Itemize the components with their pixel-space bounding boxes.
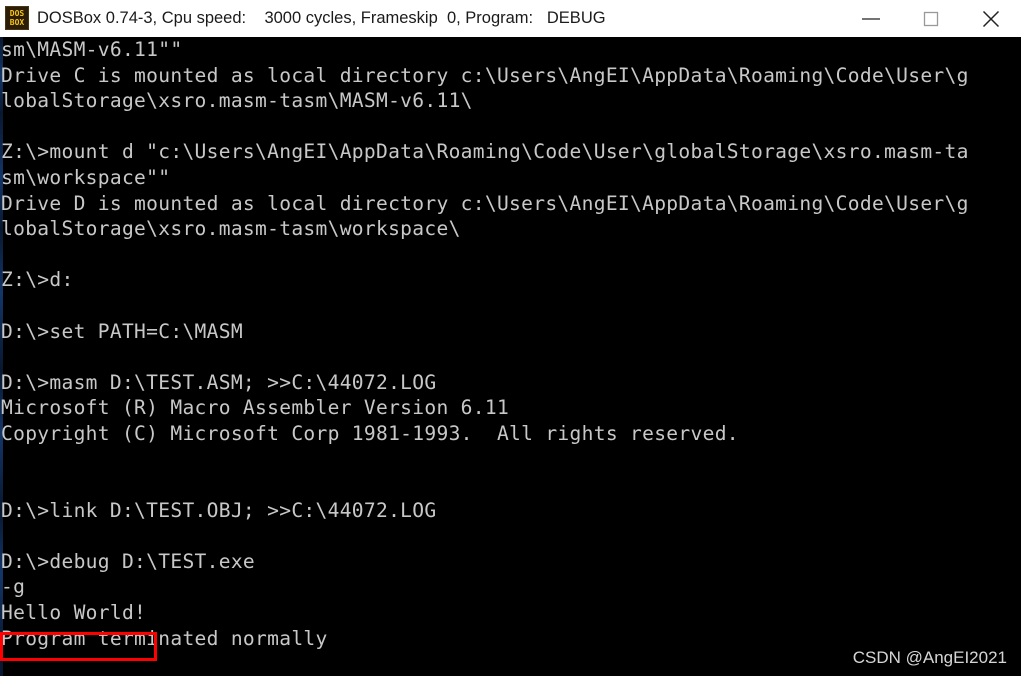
csdn-watermark: CSDN @AngEI2021 bbox=[852, 648, 1007, 667]
console-line: sm\MASM-v6.11"" bbox=[1, 38, 183, 61]
console-line: lobalStorage\xsro.masm-tasm\MASM-v6.11\ bbox=[1, 89, 473, 113]
console-line: Z:\>d: bbox=[1, 268, 74, 292]
console-line: Microsoft (R) Macro Assembler Version 6.… bbox=[1, 396, 510, 420]
dosbox-icon-line2: BOX bbox=[9, 18, 25, 27]
dosbox-icon: DOS BOX bbox=[5, 6, 29, 30]
maximize-icon bbox=[923, 11, 939, 27]
window-controls bbox=[841, 0, 1021, 37]
maximize-button[interactable] bbox=[901, 0, 961, 37]
window-title: DOSBox 0.74-3, Cpu speed: 3000 cycles, F… bbox=[37, 8, 606, 27]
console-line: Drive C is mounted as local directory c:… bbox=[1, 63, 969, 87]
title-bar: DOS BOX DOSBox 0.74-3, Cpu speed: 3000 c… bbox=[0, 0, 1021, 37]
console-line: lobalStorage\xsro.masm-tasm\workspace\ bbox=[1, 217, 461, 241]
console-line: Drive D is mounted as local directory c:… bbox=[1, 191, 969, 215]
dosbox-icon-line1: DOS bbox=[9, 9, 25, 18]
console-line: Copyright (C) Microsoft Corp 1981-1993. … bbox=[1, 421, 739, 445]
console-line-hello-world: Hello World! bbox=[1, 601, 147, 625]
minimize-icon bbox=[860, 13, 882, 25]
console-output: sm\MASM-v6.11"" Drive C is mounted as loc… bbox=[0, 37, 1021, 676]
console-line: sm\workspace"" bbox=[1, 165, 171, 189]
console-line: Z:\>mount d "c:\Users\AngEI\AppData\Roam… bbox=[1, 140, 969, 164]
minimize-button[interactable] bbox=[841, 0, 901, 37]
dosbox-window: DOS BOX DOSBox 0.74-3, Cpu speed: 3000 c… bbox=[0, 0, 1021, 676]
console-line: D:\>set PATH=C:\MASM bbox=[1, 319, 243, 343]
close-icon bbox=[981, 9, 1001, 29]
console-line: D:\>masm D:\TEST.ASM; >>C:\44072.LOG bbox=[1, 370, 437, 394]
close-button[interactable] bbox=[961, 0, 1021, 37]
dos-console[interactable]: sm\MASM-v6.11"" Drive C is mounted as loc… bbox=[0, 37, 1021, 676]
console-line: -g bbox=[1, 575, 26, 599]
console-line: D:\>link D:\TEST.OBJ; >>C:\44072.LOG bbox=[1, 498, 437, 522]
console-line: D:\>debug D:\TEST.exe bbox=[1, 549, 256, 573]
